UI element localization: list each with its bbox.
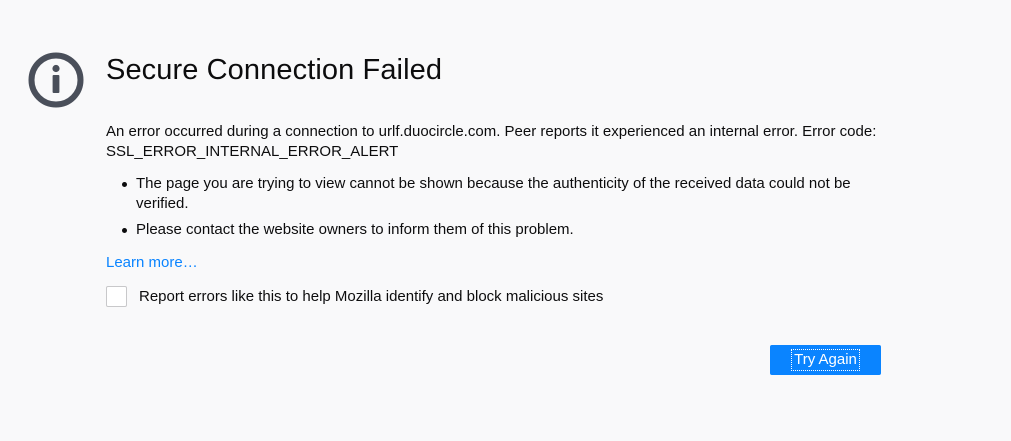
error-page: Secure Connection Failed An error occurr… — [0, 0, 1011, 441]
try-again-button[interactable]: Try Again — [770, 345, 881, 375]
list-item: Please contact the website owners to inf… — [122, 220, 896, 240]
try-again-label: Try Again — [791, 349, 860, 371]
list-item: The page you are trying to view cannot b… — [122, 174, 896, 214]
report-errors-label: Report errors like this to help Mozilla … — [139, 287, 604, 305]
report-errors-row: Report errors like this to help Mozilla … — [106, 286, 603, 307]
page-title: Secure Connection Failed — [106, 54, 443, 86]
report-errors-checkbox[interactable] — [106, 286, 127, 307]
info-icon — [28, 52, 84, 108]
learn-more-link[interactable]: Learn more… — [106, 253, 198, 273]
error-details-list: The page you are trying to view cannot b… — [106, 174, 896, 246]
error-description: An error occurred during a connection to… — [106, 123, 877, 160]
